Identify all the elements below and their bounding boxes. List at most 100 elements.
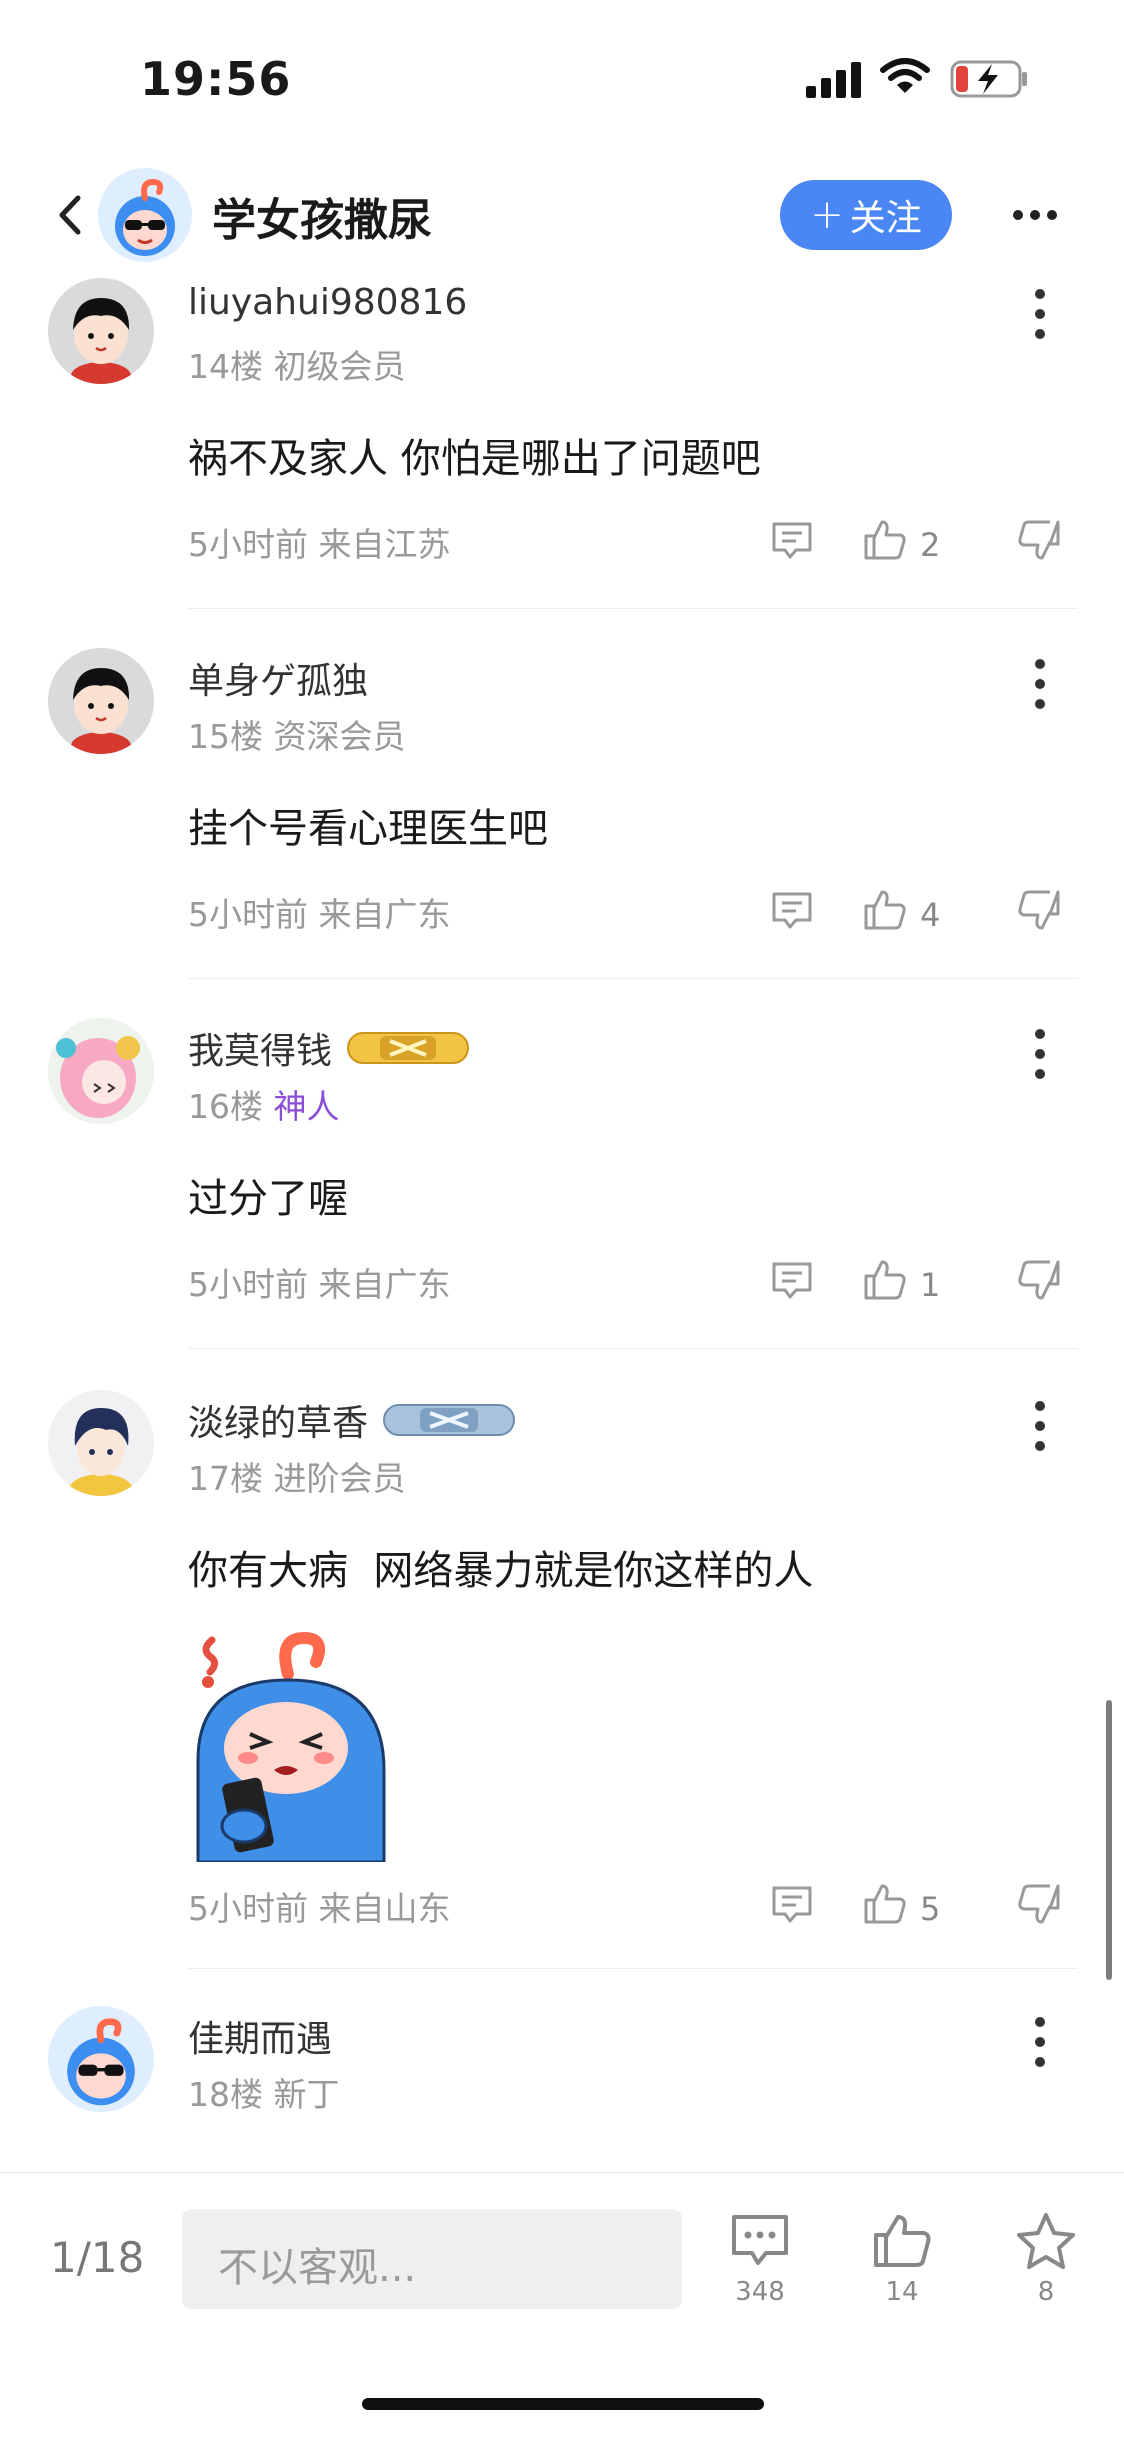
comment-actions: 2 <box>770 518 1070 574</box>
forum-header: 学女孩撒尿 + 关注 <box>0 160 1124 270</box>
member-level: 初级会员 <box>273 347 406 386</box>
username[interactable]: liuyahui980816 <box>188 282 467 323</box>
favorite-button[interactable]: 8 <box>996 2211 1096 2307</box>
avatar[interactable] <box>48 2006 154 2112</box>
comment-actions: 1 <box>770 1258 1070 1314</box>
like-count: 14 <box>885 2277 919 2307</box>
back-arrow-icon[interactable] <box>48 190 92 240</box>
thumbs-up-icon[interactable] <box>862 1882 908 1926</box>
follow-button[interactable]: + 关注 <box>780 180 952 250</box>
floor-number: 15楼 <box>188 717 263 756</box>
forum-title: 学女孩撒尿 <box>212 195 432 246</box>
comment-item: 单身ゲ孤独 15楼 资深会员 挂个号看心理医生吧 5小时前 来自广东 4 <box>0 648 1124 979</box>
comment-location: 来自山东 <box>318 1889 451 1928</box>
reply-icon[interactable] <box>770 518 814 562</box>
status-time: 19:56 <box>140 52 292 106</box>
comment-meta: 15楼 资深会员 <box>188 710 406 758</box>
floor-number: 16楼 <box>188 1087 263 1126</box>
thumbs-up-icon <box>874 2215 931 2267</box>
vip-silver-badge-icon <box>383 1404 516 1436</box>
plus-icon: + <box>810 192 844 238</box>
angry-phone-sticker <box>196 1631 386 1862</box>
comment-item: 佳期而遇 18楼 新丁 <box>0 2006 1124 2166</box>
comment-time: 5小时前 <box>188 895 308 934</box>
comment-item: 淡绿的草香 17楼 进阶会员 你有大病 网络暴力就是你这样的人 5小时前 来自山… <box>0 1390 1124 1970</box>
comment-meta: 18楼 新丁 <box>188 2068 340 2116</box>
comment-time-location: 5小时前 来自山东 <box>188 1882 451 1930</box>
member-level: 神人 <box>273 1087 340 1126</box>
reply-placeholder: 不以客观... <box>218 2245 417 2291</box>
divider <box>188 608 1078 609</box>
comment-meta: 17楼 进阶会员 <box>188 1452 406 1500</box>
comment-more-icon[interactable] <box>1020 656 1060 712</box>
floor-number: 18楼 <box>188 2075 263 2114</box>
comment-meta: 16楼 神人 <box>188 1080 340 1128</box>
boy-cartoon-avatar-icon <box>48 278 154 384</box>
anime-girl-avatar-icon <box>48 1018 154 1124</box>
mascot-sunglasses-icon <box>48 2006 154 2112</box>
comment-item: 我莫得钱 16楼 神人 过分了喔 5小时前 来自广东 1 <box>0 1018 1124 1349</box>
thumbs-down-icon[interactable] <box>1016 1258 1062 1302</box>
reply-icon[interactable] <box>770 888 814 932</box>
page-indicator[interactable]: 1/18 <box>50 2233 144 2282</box>
avatar[interactable] <box>48 648 154 754</box>
thumbs-up-icon[interactable] <box>862 1258 908 1302</box>
mascot-sunglasses-icon <box>115 178 175 256</box>
avatar[interactable] <box>48 1390 154 1496</box>
comment-more-icon[interactable] <box>1020 2014 1060 2070</box>
divider <box>188 1348 1078 1349</box>
comment-actions: 5 <box>770 1882 1070 1938</box>
cellular-signal-icon <box>806 62 861 98</box>
like-post-button[interactable]: 14 <box>852 2211 952 2307</box>
home-indicator <box>362 2398 764 2410</box>
boy-cartoon-avatar-icon <box>48 648 154 754</box>
thumbs-up-icon[interactable] <box>862 518 908 562</box>
reply-icon[interactable] <box>770 1258 814 1302</box>
username[interactable]: 单身ゲ孤独 <box>188 652 368 704</box>
avatar[interactable] <box>48 278 154 384</box>
like-count: 1 <box>920 1266 941 1304</box>
comment-text: 挂个号看心理医生吧 <box>188 806 548 852</box>
username[interactable]: 佳期而遇 <box>188 2010 332 2062</box>
comment-location: 来自广东 <box>318 1265 451 1304</box>
more-options-icon[interactable] <box>1010 190 1060 240</box>
comment-count: 348 <box>735 2277 785 2307</box>
comment-bubble-icon <box>732 2215 788 2265</box>
like-count: 5 <box>920 1890 941 1928</box>
comment-location: 来自江苏 <box>318 525 451 564</box>
comment-more-icon[interactable] <box>1020 286 1060 342</box>
floor-number: 14楼 <box>188 347 263 386</box>
comments-button[interactable]: 348 <box>710 2211 810 2307</box>
comment-text: 过分了喔 <box>188 1176 348 1222</box>
comment-time-location: 5小时前 来自广东 <box>188 888 451 936</box>
comment-more-icon[interactable] <box>1020 1398 1060 1454</box>
comment-text: 你有大病 网络暴力就是你这样的人 <box>188 1548 814 1594</box>
username[interactable]: 我莫得钱 <box>188 1022 332 1074</box>
like-count: 2 <box>920 526 941 564</box>
scrollbar[interactable] <box>1106 1700 1112 1980</box>
comment-time: 5小时前 <box>188 1889 308 1928</box>
divider <box>188 1968 1078 1969</box>
thumbs-down-icon[interactable] <box>1016 518 1062 562</box>
wifi-icon <box>880 58 930 93</box>
like-count: 4 <box>920 896 941 934</box>
comment-more-icon[interactable] <box>1020 1026 1060 1082</box>
comment-location: 来自广东 <box>318 895 451 934</box>
comment-text: 祸不及家人 你怕是哪出了问题吧 <box>188 436 761 482</box>
forum-avatar[interactable] <box>98 168 192 262</box>
username[interactable]: 淡绿的草香 <box>188 1394 368 1446</box>
status-bar: 19:56 <box>0 0 1124 150</box>
comment-actions: 4 <box>770 888 1070 944</box>
avatar[interactable] <box>48 1018 154 1124</box>
star-count: 8 <box>1037 2277 1055 2307</box>
thumbs-down-icon[interactable] <box>1016 1882 1062 1926</box>
comment-time-location: 5小时前 来自广东 <box>188 1258 451 1306</box>
comment-meta: 14楼 初级会员 <box>188 340 406 388</box>
battery-charging-icon <box>950 60 1027 98</box>
reply-icon[interactable] <box>770 1882 814 1926</box>
comment-time: 5小时前 <box>188 525 308 564</box>
thumbs-down-icon[interactable] <box>1016 888 1062 932</box>
divider <box>188 978 1078 979</box>
follow-label: 关注 <box>849 198 922 239</box>
thumbs-up-icon[interactable] <box>862 888 908 932</box>
